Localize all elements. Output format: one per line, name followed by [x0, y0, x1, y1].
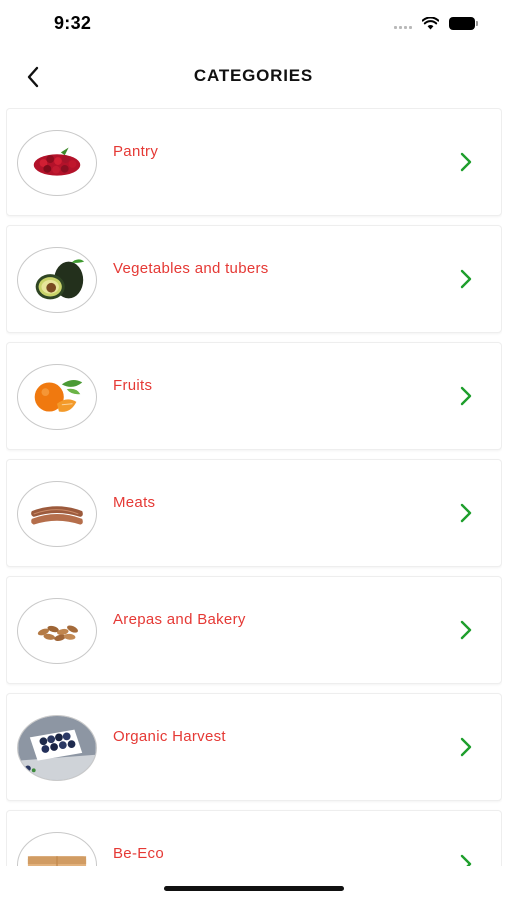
- tangerine-icon: [17, 364, 97, 430]
- category-label: Meats: [113, 494, 156, 511]
- home-indicator: [164, 886, 344, 891]
- chevron-right-icon: [460, 503, 472, 523]
- chevron-right-icon: [460, 269, 472, 289]
- dried-berries-icon: [17, 130, 97, 196]
- category-label: Pantry: [113, 143, 159, 160]
- category-item-organic-harvest[interactable]: Organic Harvest: [6, 693, 502, 801]
- status-bar: 9:32: [0, 0, 507, 48]
- category-label: Vegetables and tubers: [113, 260, 269, 277]
- wifi-icon: [422, 16, 439, 29]
- chevron-right-icon: [460, 152, 472, 172]
- category-label: Organic Harvest: [113, 728, 226, 745]
- category-list[interactable]: Pantry Vegetables and tubers Fruits Meat…: [6, 108, 502, 866]
- status-time: 9:32: [54, 13, 92, 33]
- chevron-right-icon: [460, 854, 472, 866]
- category-label: Fruits: [113, 377, 153, 394]
- category-item-vegetables-and-tubers[interactable]: Vegetables and tubers: [6, 225, 502, 333]
- category-label: Arepas and Bakery: [113, 611, 246, 628]
- category-item-fruits[interactable]: Fruits: [6, 342, 502, 450]
- nav-bar: CATEGORIES: [0, 52, 507, 100]
- category-item-pantry[interactable]: Pantry: [6, 108, 502, 216]
- blueberries-icon: [17, 715, 97, 781]
- chevron-right-icon: [460, 620, 472, 640]
- battery-icon: [449, 16, 478, 30]
- category-item-be-eco[interactable]: Be-Eco: [6, 810, 502, 866]
- sausage-icon: [17, 481, 97, 547]
- category-item-arepas-and-bakery[interactable]: Arepas and Bakery: [6, 576, 502, 684]
- page-title: CATEGORIES: [193, 66, 314, 85]
- status-icons: [394, 14, 478, 32]
- wooden-box-icon: [17, 832, 97, 866]
- category-label: Be-Eco: [113, 845, 164, 862]
- avocado-icon: [17, 247, 97, 313]
- chevron-right-icon: [460, 386, 472, 406]
- almonds-icon: [17, 598, 97, 664]
- category-item-meats[interactable]: Meats: [6, 459, 502, 567]
- cellular-signal-icon: [394, 17, 412, 29]
- chevron-right-icon: [460, 737, 472, 757]
